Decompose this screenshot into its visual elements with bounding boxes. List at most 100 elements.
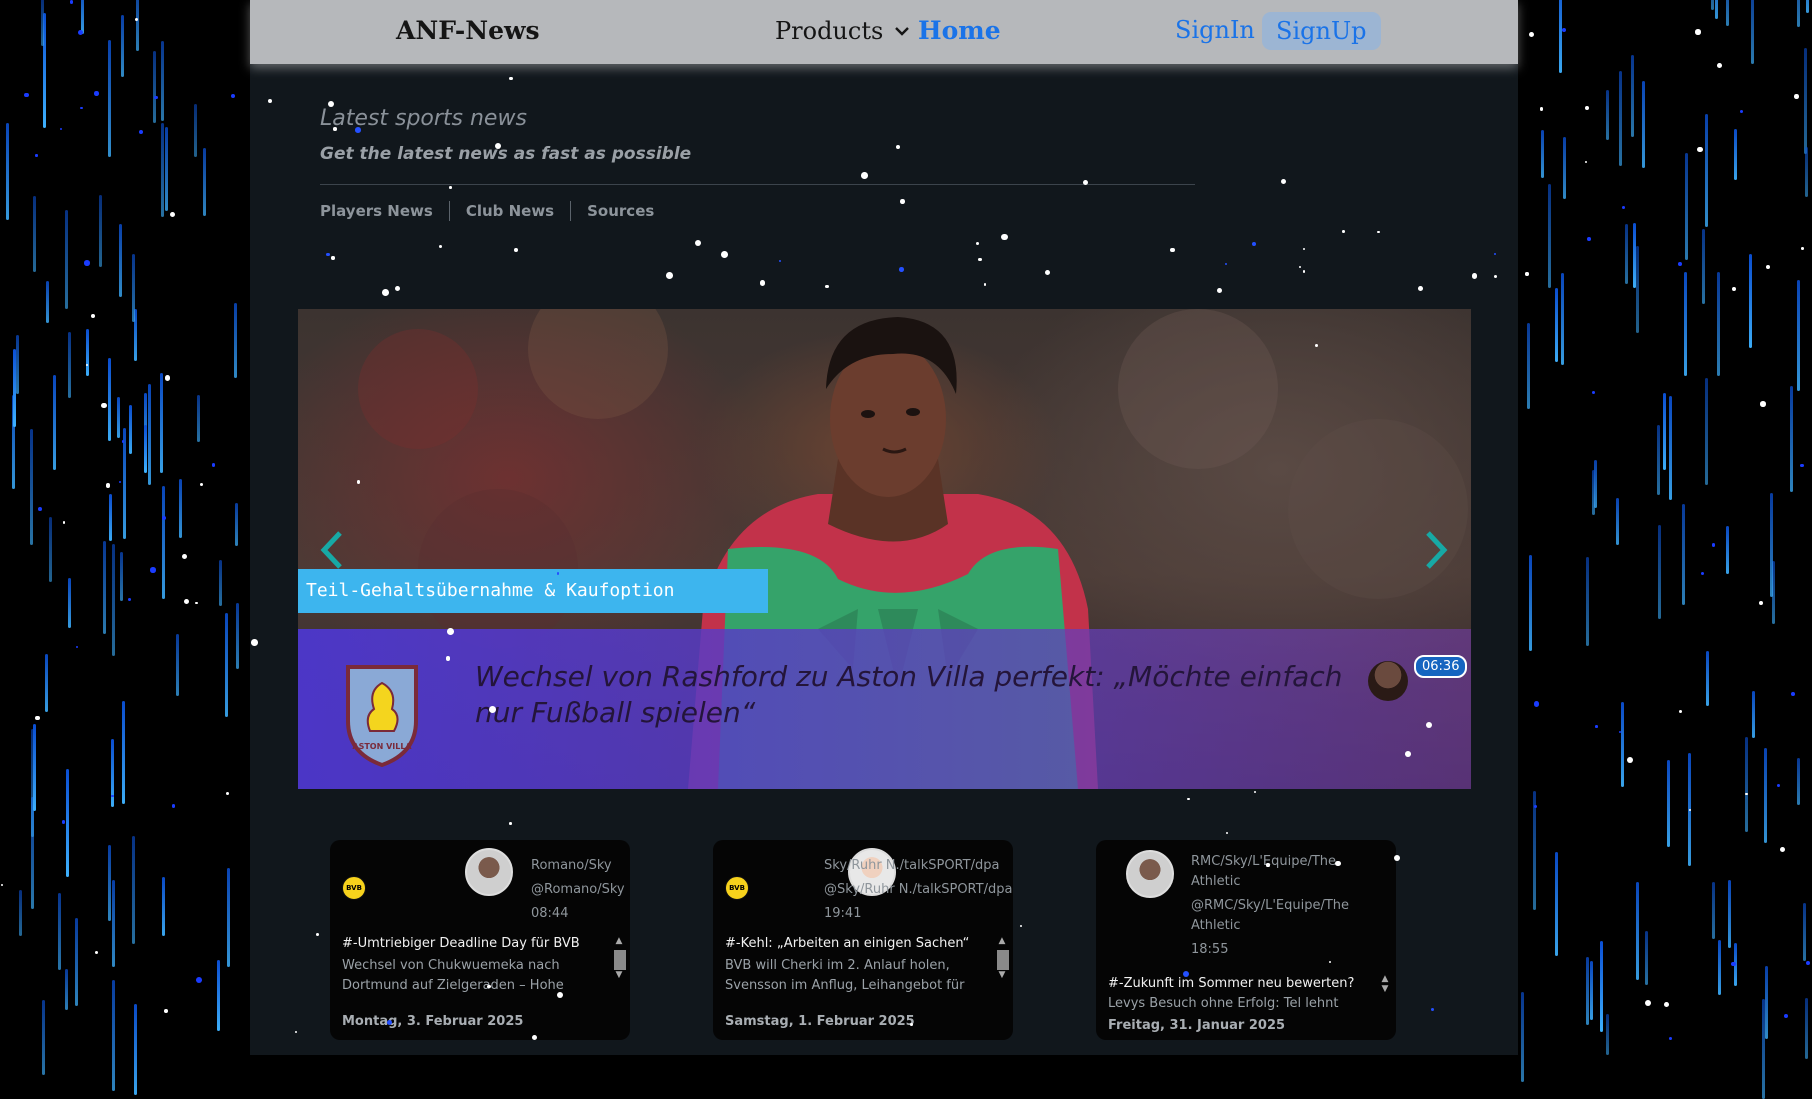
star (184, 598, 190, 605)
star (1533, 701, 1540, 707)
star (24, 92, 29, 98)
home-link[interactable]: Home (918, 16, 1001, 45)
card-scrollbar[interactable]: ▲ ▼ (613, 936, 626, 996)
rain-streak (133, 1004, 137, 1096)
rain-streak (1715, 0, 1719, 20)
page-subtitle: Latest sports news (320, 106, 527, 131)
star (1280, 178, 1286, 185)
scroll-down-icon[interactable]: ▼ (613, 970, 625, 980)
header-divider (320, 184, 1195, 185)
products-dropdown[interactable]: Products (775, 17, 911, 45)
rain-streak (235, 602, 239, 670)
star (267, 99, 272, 104)
brand-logo[interactable]: ANF-News (396, 16, 540, 45)
star (1377, 230, 1380, 234)
star (195, 601, 198, 605)
star (169, 211, 175, 217)
star (84, 260, 90, 266)
signup-button[interactable]: SignUp (1262, 12, 1381, 50)
rain-streak (74, 917, 78, 1006)
rain-streak (193, 104, 197, 158)
star (1254, 790, 1257, 793)
news-carousel[interactable]: Teil-Gehaltsübernahme & Kaufoption ASTON… (298, 309, 1471, 789)
star (121, 440, 125, 443)
slide-headline[interactable]: Wechsel von Rashford zu Aston Villa perf… (475, 659, 1355, 731)
star (138, 130, 144, 135)
rain-streak (1555, 287, 1558, 363)
star (1779, 847, 1785, 853)
star (1302, 247, 1305, 250)
scroll-up-icon[interactable]: ▲ (996, 936, 1008, 946)
card-scrollbar[interactable]: ▲ ▼ (996, 936, 1009, 996)
star (127, 597, 131, 601)
star (1529, 31, 1535, 38)
rain-streak (1716, 272, 1720, 376)
news-card[interactable]: BVB Sky/Ruhr N./talkSPORT/dpa @Sky/Ruhr … (713, 840, 1013, 1040)
crest-text: ASTON VILLA (352, 742, 412, 751)
card-handle[interactable]: @RMC/Sky/L'Equipe/The Athletic (1191, 896, 1366, 936)
headline-panel[interactable]: ASTON VILLA Wechsel von Rashford zu Asto… (298, 629, 1471, 789)
card-title[interactable]: #-Umtriebiger Deadline Day für BVB (342, 936, 597, 951)
rain-streak (12, 349, 16, 427)
card-date: Freitag, 31. Januar 2025 (1108, 1018, 1286, 1033)
card-scrollbar[interactable]: ▲ ▼ (1379, 974, 1391, 1010)
rain-streak (64, 209, 68, 310)
star (1170, 248, 1175, 253)
rain-streak (161, 877, 165, 936)
rain-streak (107, 844, 111, 921)
rain-streak (112, 980, 116, 1092)
card-handle[interactable]: @Sky/Ruhr N./talkSPORT/dpa (824, 878, 1012, 902)
subnav-separator (448, 201, 450, 221)
star (195, 977, 202, 983)
scroll-up-icon[interactable]: ▲ (1379, 974, 1391, 984)
rain-streak (1527, 323, 1531, 410)
scroll-thumb[interactable] (614, 950, 626, 970)
star (101, 402, 107, 409)
rain-streak (225, 613, 229, 717)
carousel-next-arrow-icon[interactable] (1416, 525, 1456, 575)
scroll-thumb[interactable] (997, 950, 1009, 970)
star (61, 820, 66, 825)
rain-streak (1605, 90, 1609, 140)
rain-streak (1705, 378, 1708, 486)
card-handle[interactable]: @Romano/Sky (531, 878, 627, 902)
card-title[interactable]: #-Kehl: „Arbeiten an einigen Sachen“ (725, 936, 980, 951)
star (225, 791, 230, 796)
signin-link[interactable]: SignIn (1175, 16, 1255, 44)
news-card[interactable]: RMC/Sky/L'Equipe/The Athletic @RMC/Sky/L… (1096, 840, 1396, 1040)
subnav-players-news[interactable]: Players News (320, 202, 433, 220)
scroll-up-icon[interactable]: ▲ (613, 936, 625, 946)
club-badge-text: BVB (346, 884, 362, 892)
rain-streak (1725, 525, 1729, 574)
star (1533, 805, 1537, 809)
subnav-club-news[interactable]: Club News (466, 202, 554, 220)
card-title[interactable]: #-Zukunft im Sommer neu bewerten? (1108, 976, 1363, 991)
rain-streak (107, 357, 111, 442)
star (315, 933, 319, 937)
star (665, 271, 673, 279)
rain-streak (234, 302, 238, 378)
rain-streak (18, 889, 22, 937)
star (1688, 808, 1691, 811)
rain-streak (49, 516, 53, 582)
rain-streak (15, 335, 19, 394)
star (1591, 390, 1595, 394)
news-card[interactable]: BVB Romano/Sky @Romano/Sky 08:44 #-Umtri… (330, 840, 630, 1040)
star (182, 553, 188, 559)
aston-villa-crest-icon: ASTON VILLA (346, 665, 418, 767)
carousel-prev-arrow-icon[interactable] (312, 525, 352, 575)
rain-streak (1728, 880, 1732, 949)
scroll-down-icon[interactable]: ▼ (1379, 984, 1391, 994)
rain-streak (41, 999, 45, 1076)
time-badge: 06:36 (1414, 655, 1468, 678)
rain-streak (111, 880, 115, 968)
rain-streak (196, 394, 200, 442)
star (779, 260, 782, 263)
bvb-badge-icon: BVB (725, 876, 749, 900)
rain-streak (131, 254, 135, 322)
star (1561, 27, 1567, 33)
subnav-sources[interactable]: Sources (587, 202, 654, 220)
scroll-down-icon[interactable]: ▼ (996, 970, 1008, 980)
rain-streak (1711, 0, 1715, 10)
card-time: 18:55 (1191, 942, 1229, 957)
